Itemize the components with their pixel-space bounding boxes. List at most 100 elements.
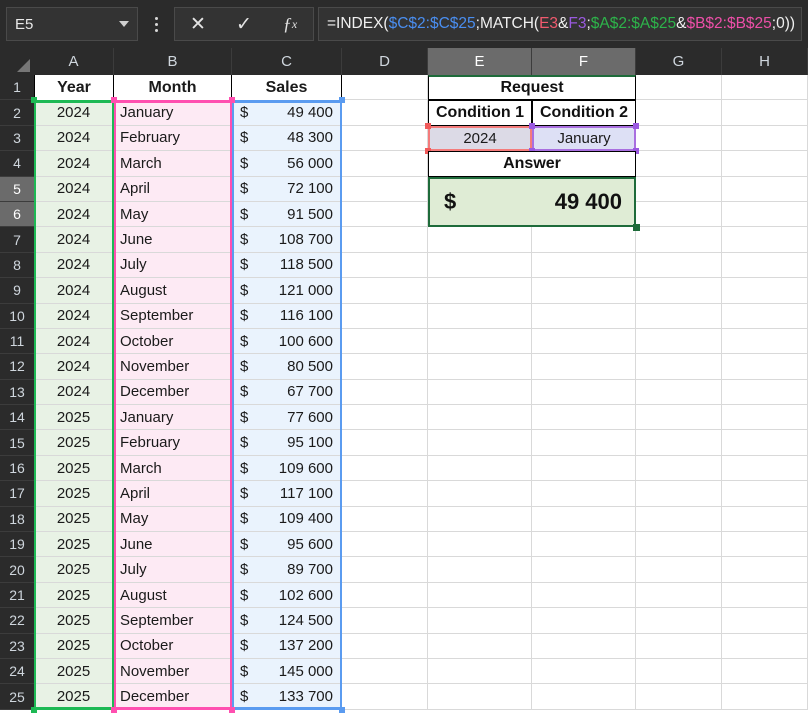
cell-month[interactable]: September <box>114 608 232 633</box>
cell-sales[interactable]: $48 300 <box>232 126 342 151</box>
cell-year[interactable]: 2024 <box>34 227 114 252</box>
cell-year[interactable]: 2024 <box>34 278 114 303</box>
cell-h22[interactable] <box>722 608 808 633</box>
cell-sales[interactable]: $109 600 <box>232 456 342 481</box>
cell-g2[interactable] <box>636 100 722 125</box>
cell-h9[interactable] <box>722 278 808 303</box>
row-header-14[interactable]: 14 <box>0 405 34 430</box>
cell-month[interactable]: June <box>114 227 232 252</box>
cell-f6[interactable] <box>532 202 636 227</box>
cell-e22[interactable] <box>428 608 532 633</box>
cell-h20[interactable] <box>722 557 808 582</box>
range-handle-c[interactable] <box>339 707 345 713</box>
cell-h4[interactable] <box>722 151 808 176</box>
cell-g16[interactable] <box>636 456 722 481</box>
cell-month[interactable]: July <box>114 253 232 278</box>
cell-year[interactable]: 2025 <box>34 634 114 659</box>
cell-h15[interactable] <box>722 430 808 455</box>
cell-f1[interactable] <box>532 75 636 100</box>
cell-sales[interactable]: $108 700 <box>232 227 342 252</box>
row-header-24[interactable]: 24 <box>0 659 34 684</box>
cell-year[interactable]: 2024 <box>34 126 114 151</box>
cell-sales[interactable]: $95 600 <box>232 532 342 557</box>
cell-sales[interactable]: $124 500 <box>232 608 342 633</box>
cell-year[interactable]: 2024 <box>34 177 114 202</box>
cell-year[interactable]: 2025 <box>34 481 114 506</box>
cell-month[interactable]: March <box>114 456 232 481</box>
cell-year[interactable]: 2024 <box>34 329 114 354</box>
cell-sales[interactable]: $118 500 <box>232 253 342 278</box>
cell-d4[interactable] <box>342 151 428 176</box>
cell-f9[interactable] <box>532 278 636 303</box>
row-header-9[interactable]: 9 <box>0 278 34 303</box>
cell-e8[interactable] <box>428 253 532 278</box>
cell-month[interactable]: May <box>114 507 232 532</box>
row-header-8[interactable]: 8 <box>0 253 34 278</box>
cell-month[interactable]: February <box>114 430 232 455</box>
cell-sales[interactable]: $72 100 <box>232 177 342 202</box>
cell-f5[interactable] <box>532 177 636 202</box>
cell-h11[interactable] <box>722 329 808 354</box>
cell-sales[interactable]: $95 100 <box>232 430 342 455</box>
cell-g24[interactable] <box>636 659 722 684</box>
cell-g18[interactable] <box>636 507 722 532</box>
column-header-g[interactable]: G <box>636 48 722 75</box>
chevron-down-icon[interactable] <box>119 21 129 27</box>
row-header-18[interactable]: 18 <box>0 507 34 532</box>
cell-month[interactable]: August <box>114 583 232 608</box>
more-options-button[interactable] <box>142 7 170 41</box>
cell-e6[interactable] <box>428 202 532 227</box>
table-header-month[interactable]: Month <box>114 75 232 100</box>
cell-d19[interactable] <box>342 532 428 557</box>
cell-d11[interactable] <box>342 329 428 354</box>
cell-f19[interactable] <box>532 532 636 557</box>
cell-d25[interactable] <box>342 684 428 709</box>
cell-h6[interactable] <box>722 202 808 227</box>
cell-g5[interactable] <box>636 177 722 202</box>
cell-d12[interactable] <box>342 354 428 379</box>
cell-e15[interactable] <box>428 430 532 455</box>
cell-month[interactable]: April <box>114 177 232 202</box>
cell-d16[interactable] <box>342 456 428 481</box>
cell-month[interactable]: May <box>114 202 232 227</box>
cell-e13[interactable] <box>428 380 532 405</box>
cell-year[interactable]: 2024 <box>34 380 114 405</box>
cell-g22[interactable] <box>636 608 722 633</box>
cell-month[interactable]: December <box>114 380 232 405</box>
cell-e10[interactable] <box>428 304 532 329</box>
cell-g21[interactable] <box>636 583 722 608</box>
cell-h2[interactable] <box>722 100 808 125</box>
cell-h8[interactable] <box>722 253 808 278</box>
cell-d14[interactable] <box>342 405 428 430</box>
cell-d7[interactable] <box>342 227 428 252</box>
cell-month[interactable]: August <box>114 278 232 303</box>
cell-e24[interactable] <box>428 659 532 684</box>
cell-d13[interactable] <box>342 380 428 405</box>
cell-d9[interactable] <box>342 278 428 303</box>
cell-d3[interactable] <box>342 126 428 151</box>
cell-f24[interactable] <box>532 659 636 684</box>
cell-f3[interactable] <box>532 126 636 151</box>
cell-year[interactable]: 2025 <box>34 608 114 633</box>
cell-h25[interactable] <box>722 684 808 709</box>
cell-h23[interactable] <box>722 634 808 659</box>
cell-g6[interactable] <box>636 202 722 227</box>
cell-sales[interactable]: $89 700 <box>232 557 342 582</box>
cell-month[interactable]: November <box>114 354 232 379</box>
cell-year[interactable]: 2024 <box>34 354 114 379</box>
column-header-b[interactable]: B <box>114 48 232 75</box>
cell-year[interactable]: 2024 <box>34 202 114 227</box>
cell-g12[interactable] <box>636 354 722 379</box>
row-header-19[interactable]: 19 <box>0 532 34 557</box>
cell-d24[interactable] <box>342 659 428 684</box>
cell-d21[interactable] <box>342 583 428 608</box>
cell-f11[interactable] <box>532 329 636 354</box>
cell-f23[interactable] <box>532 634 636 659</box>
cell-e14[interactable] <box>428 405 532 430</box>
cell-g14[interactable] <box>636 405 722 430</box>
cell-g19[interactable] <box>636 532 722 557</box>
cell-e5[interactable] <box>428 177 532 202</box>
cell-month[interactable]: October <box>114 634 232 659</box>
cell-f21[interactable] <box>532 583 636 608</box>
row-header-13[interactable]: 13 <box>0 380 34 405</box>
